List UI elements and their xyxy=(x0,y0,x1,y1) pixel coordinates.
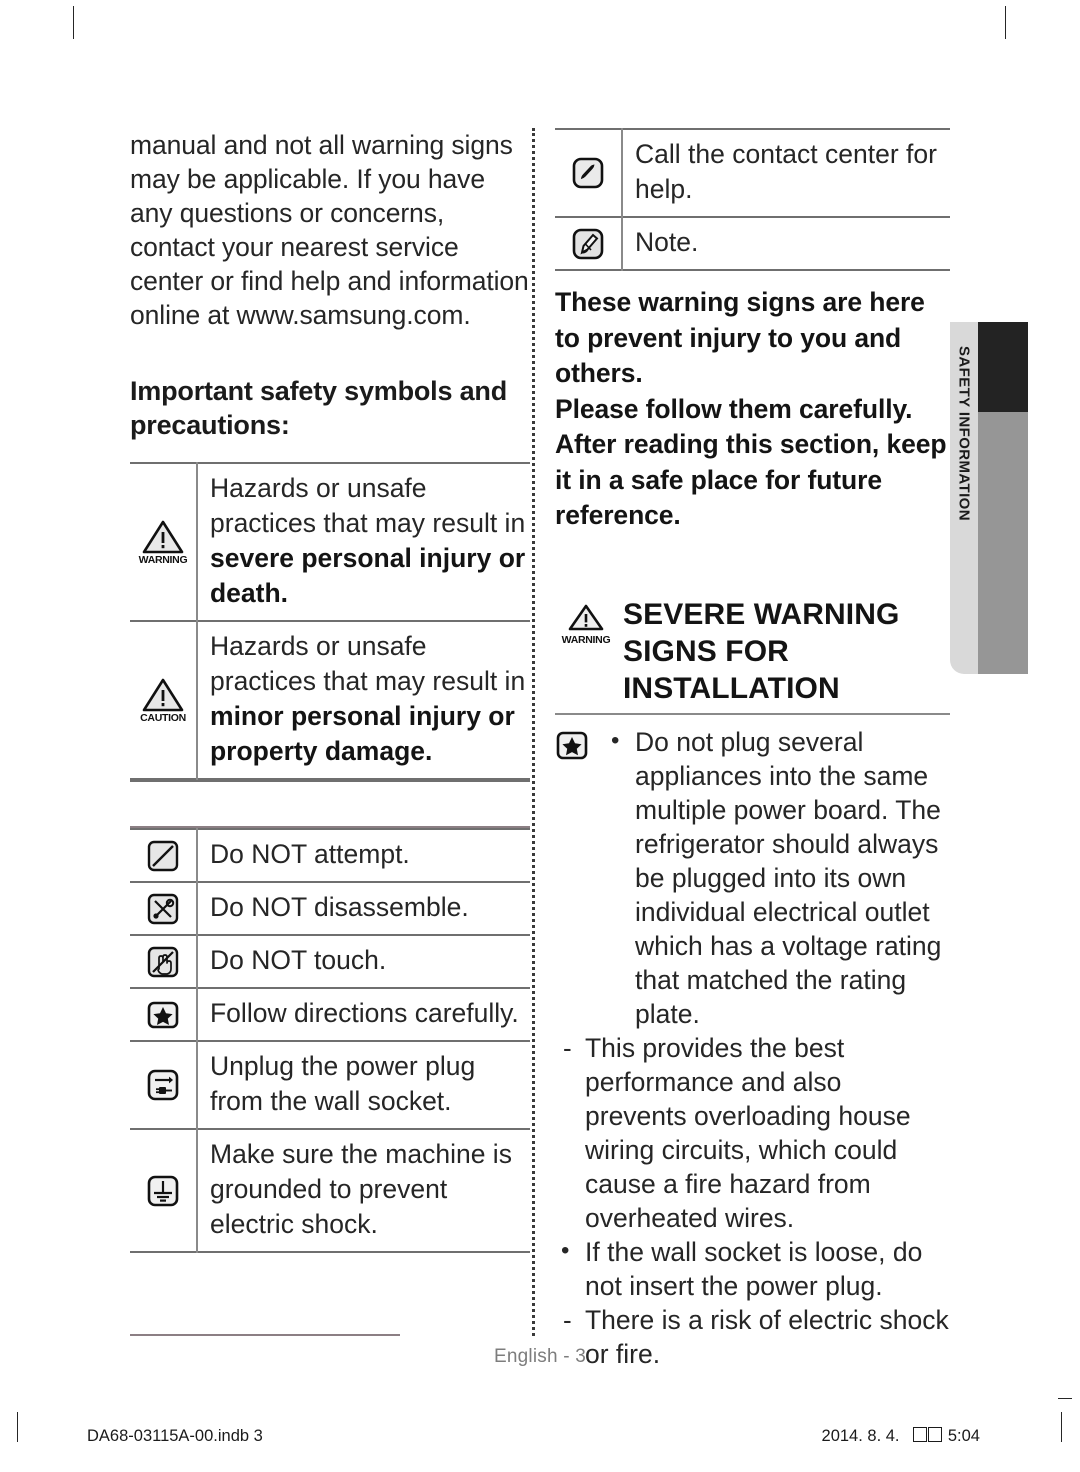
section-heading: Important safety symbols and precautions… xyxy=(130,376,507,440)
severe-heading-rule xyxy=(555,712,950,715)
table-row: Call the contact center for help. xyxy=(555,129,950,217)
imprint-time: 5:04 xyxy=(947,1427,980,1445)
intro-paragraph-text: manual and not all warning signs may be … xyxy=(130,130,529,330)
caution-description: Hazards or unsafe practices that may res… xyxy=(197,621,530,779)
note-pen-icon xyxy=(555,217,623,270)
do-not-attempt-icon xyxy=(130,829,198,882)
severity-table: WARNING Hazards or unsafe practices that… xyxy=(130,462,530,780)
symbol-label: Do NOT disassemble. xyxy=(210,892,469,922)
table-row-warning: WARNING Hazards or unsafe practices that… xyxy=(130,463,530,621)
caution-triangle-icon: CAUTION xyxy=(130,621,198,779)
manual-page: manual and not all warning signs may be … xyxy=(0,0,1080,1472)
side-tab-label: SAFETY INFORMATION xyxy=(955,346,973,521)
side-tab-safety-information: SAFETY INFORMATION xyxy=(950,322,1028,674)
phone-icon xyxy=(555,129,623,217)
table-row: Unplug the power plug from the wall sock… xyxy=(130,1041,530,1129)
intro-paragraph: manual and not all warning signs may be … xyxy=(130,128,530,332)
page-title: SEVERE WARNING SIGNS FOR INSTALLATION xyxy=(623,597,900,705)
table-row: Do NOT touch. xyxy=(130,935,530,988)
table-row: Do NOT disassemble. xyxy=(130,882,530,935)
installation-warning-block: Do not plug several appliances into the … xyxy=(555,724,950,1031)
notice-paragraph: These warning signs are here to prevent … xyxy=(555,287,947,530)
symbol-table: Do NOT attempt. Do NOT disassemble. Do N… xyxy=(130,828,530,1253)
warning-description: Hazards or unsafe practices that may res… xyxy=(197,463,530,621)
side-tab-active-marker xyxy=(978,322,1028,412)
installation-bullet-list-continued: This provides the best performance and a… xyxy=(555,1031,950,1371)
imprint-date: 2014. 8. 4. xyxy=(821,1427,900,1445)
missing-glyph-box xyxy=(913,1427,928,1442)
star-follow-icon xyxy=(555,725,605,761)
warning-description-bold: severe personal injury or death. xyxy=(210,543,526,608)
table-spacer-rule xyxy=(130,780,530,828)
caution-description-bold: minor personal injury or property damage… xyxy=(210,701,515,766)
star-follow-icon xyxy=(130,988,198,1041)
caution-icon-label: CAUTION xyxy=(140,711,186,724)
table-row-caution: CAUTION Hazards or unsafe practices that… xyxy=(130,621,530,779)
symbol-label: Make sure the machine is grounded to pre… xyxy=(210,1139,512,1239)
side-tab-label-wrap: SAFETY INFORMATION xyxy=(950,322,978,674)
symbol-label: Note. xyxy=(635,227,699,257)
page-number: English - 3 xyxy=(494,1346,586,1367)
symbol-label: Call the contact center for help. xyxy=(635,139,937,204)
imprint-timestamp: 2014. 8. 4. 5:04 xyxy=(822,1427,980,1446)
caution-description-plain: Hazards or unsafe practices that may res… xyxy=(210,631,526,696)
warning-description-plain: Hazards or unsafe practices that may res… xyxy=(210,473,526,538)
symbol-label: Do NOT touch. xyxy=(210,945,387,975)
do-not-disassemble-icon xyxy=(130,882,198,935)
symbol-label: Do NOT attempt. xyxy=(210,839,410,869)
missing-glyph-box xyxy=(928,1427,943,1442)
right-symbol-table: Call the contact center for help. Note. xyxy=(555,128,950,271)
left-column: manual and not all warning signs may be … xyxy=(130,128,530,1253)
table-row: Make sure the machine is grounded to pre… xyxy=(130,1129,530,1252)
symbol-label: Follow directions carefully. xyxy=(210,998,519,1028)
severe-warning-heading: WARNING SEVERE WARNING SIGNS FOR INSTALL… xyxy=(555,596,950,707)
column-divider xyxy=(532,128,535,1336)
warning-icon-label: WARNING xyxy=(138,553,188,566)
warning-icon-label: WARNING xyxy=(561,633,611,646)
ground-icon xyxy=(130,1129,198,1252)
warning-triangle-icon: WARNING xyxy=(555,596,617,646)
unplug-icon xyxy=(130,1041,198,1129)
list-item: If the wall socket is loose, do not inse… xyxy=(555,1234,950,1303)
symbol-label: Unplug the power plug from the wall sock… xyxy=(210,1051,476,1116)
caution-triangle-glyph xyxy=(142,677,184,712)
installation-bullet-list: Do not plug several appliances into the … xyxy=(605,724,950,1031)
warning-triangle-icon: WARNING xyxy=(130,463,198,621)
imprint-filename: DA68-03115A-00.indb 3 xyxy=(87,1427,263,1445)
warning-triangle-glyph xyxy=(142,519,184,554)
table-row: Follow directions carefully. xyxy=(130,988,530,1041)
list-item: This provides the best performance and a… xyxy=(555,1031,950,1235)
right-column: Call the contact center for help. Note. xyxy=(555,128,950,1371)
table-row: Do NOT attempt. xyxy=(130,829,530,882)
list-item: Do not plug several appliances into the … xyxy=(605,724,950,1031)
table-row: Note. xyxy=(555,217,950,270)
do-not-touch-icon xyxy=(130,935,198,988)
footer-rule xyxy=(130,1334,400,1336)
